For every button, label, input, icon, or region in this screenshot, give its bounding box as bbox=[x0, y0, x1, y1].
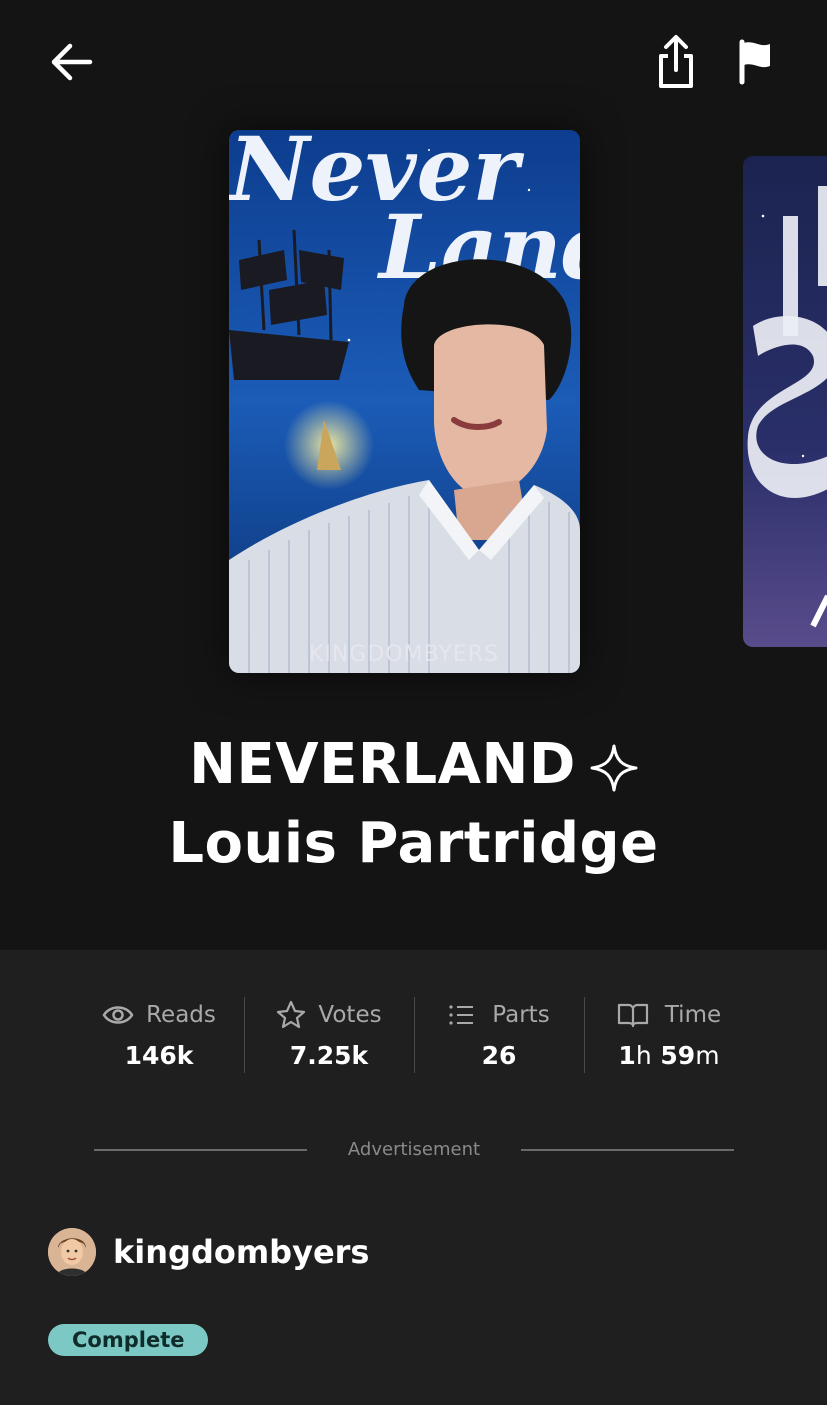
list-icon bbox=[449, 1005, 474, 1025]
story-header: Never Land bbox=[0, 0, 827, 950]
stat-label: Votes bbox=[318, 1002, 382, 1028]
sparkle-icon bbox=[590, 744, 638, 792]
status-badge: Complete bbox=[48, 1324, 209, 1356]
share-icon[interactable] bbox=[650, 32, 702, 92]
author-name[interactable]: kingdombyers bbox=[113, 1233, 369, 1271]
cover-watermark: KINGDOMBYERS bbox=[309, 642, 499, 667]
stat-parts: Parts 26 bbox=[414, 997, 584, 1073]
stat-label: Reads bbox=[146, 1002, 216, 1028]
stat-value: 7.25k bbox=[289, 1041, 369, 1070]
stat-value: 26 bbox=[481, 1041, 517, 1070]
ad-divider-left bbox=[94, 1149, 307, 1151]
author-row[interactable]: kingdombyers bbox=[48, 1228, 369, 1276]
next-story-cover[interactable] bbox=[743, 156, 827, 647]
advertisement-label: Advertisement bbox=[347, 1139, 481, 1160]
story-title: NEVERLAND bbox=[0, 733, 827, 797]
stat-time: Time 1h 59m bbox=[584, 997, 754, 1073]
avatar[interactable] bbox=[48, 1228, 96, 1276]
story-subtitle: Louis Partridge bbox=[168, 811, 659, 876]
back-arrow-icon[interactable] bbox=[46, 36, 98, 88]
stat-label: Time bbox=[664, 1002, 722, 1028]
ad-divider-right bbox=[521, 1149, 734, 1151]
eye-icon bbox=[102, 1006, 134, 1024]
stat-label: Parts bbox=[492, 1002, 550, 1028]
star-icon bbox=[277, 1000, 306, 1029]
stat-value: 146k bbox=[124, 1041, 194, 1070]
book-icon bbox=[617, 1003, 648, 1028]
stat-votes: Votes 7.25k bbox=[244, 997, 414, 1073]
stat-value: 1h 59m bbox=[618, 1041, 720, 1070]
stat-reads: Reads 146k bbox=[74, 997, 244, 1073]
report-flag-icon[interactable] bbox=[732, 36, 780, 88]
story-cover[interactable]: Never Land bbox=[229, 130, 580, 673]
stats-row: Reads 146k Votes 7.25k Parts 26 Time 1h … bbox=[74, 997, 754, 1073]
